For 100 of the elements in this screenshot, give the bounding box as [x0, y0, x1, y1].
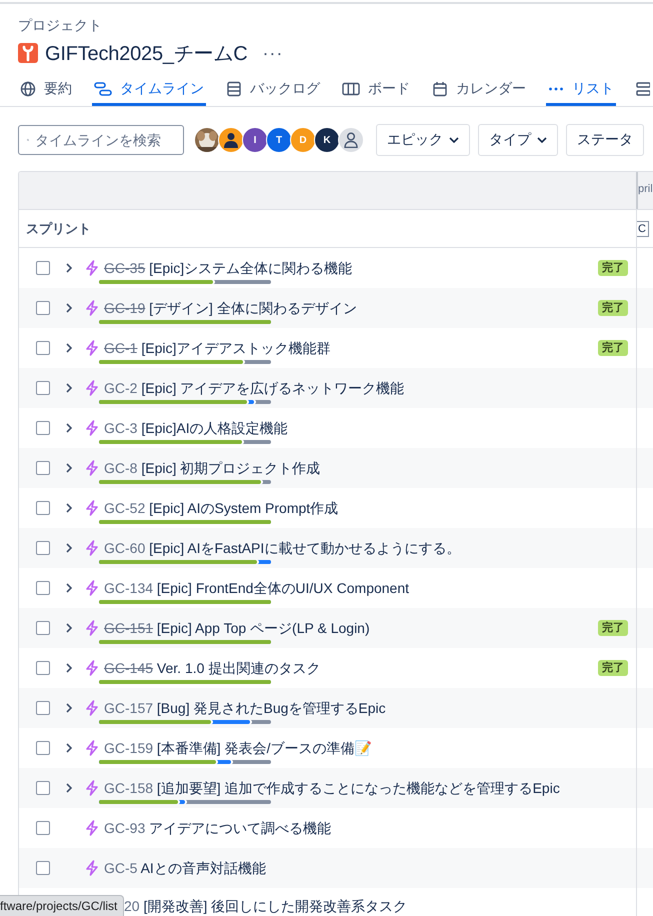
tab[interactable]: バックログ: [224, 75, 322, 106]
tab[interactable]: ボード: [340, 75, 412, 106]
issue-title[interactable]: [開発改善] 後回しにした開発改善系タスク: [143, 898, 408, 914]
issue-title[interactable]: [Epic] App Top ページ(LP & Login): [156, 620, 370, 636]
filter-button[interactable]: ステータ: [566, 124, 644, 156]
project-title: GIFTech2025_チームC: [45, 42, 248, 66]
avatar[interactable]: [218, 127, 244, 153]
issue-title[interactable]: [Epic] FrontEnd全体のUI/UX Component: [156, 580, 410, 596]
issue-title[interactable]: [Epic] 初期プロジェクト作成: [141, 460, 320, 476]
issue-key[interactable]: GC-19: [104, 300, 146, 316]
lightning-icon: [85, 500, 99, 516]
issue-key[interactable]: GC-3: [104, 420, 138, 436]
lightning-icon: [85, 380, 99, 396]
checkbox[interactable]: [36, 781, 50, 795]
issue-key[interactable]: GC-151: [104, 620, 154, 636]
issue-key[interactable]: GC-8: [104, 460, 138, 476]
issue-key[interactable]: GC-134: [104, 580, 154, 596]
column-header: スプリント: [26, 220, 91, 238]
issue-key[interactable]: GC-60: [104, 540, 146, 556]
lightning-icon: [85, 620, 99, 636]
lightning-icon: [85, 860, 99, 876]
sprint-label: C: [637, 220, 649, 236]
filter-button[interactable]: エピック: [376, 124, 470, 156]
timeline-icon: [94, 81, 112, 97]
more-button[interactable]: ···: [262, 42, 284, 64]
checkbox[interactable]: [36, 341, 50, 355]
issue-title[interactable]: [Bug] 発見されたBugを管理するEpic: [156, 700, 386, 716]
checkbox[interactable]: [36, 661, 50, 675]
lightning-icon: [85, 700, 99, 716]
checkbox[interactable]: [36, 741, 50, 755]
issue-title[interactable]: AIとの音声対話機能: [140, 860, 266, 876]
checkbox[interactable]: [36, 501, 50, 515]
unassigned-avatar[interactable]: [338, 127, 364, 153]
issue-key[interactable]: GC-2: [104, 380, 138, 396]
issue-key[interactable]: GC-1: [104, 340, 138, 356]
status-lozenge: 完了: [598, 340, 628, 356]
month-label: pril: [638, 183, 653, 195]
issue-key[interactable]: GC-157: [104, 700, 154, 716]
issue-key[interactable]: GC-5: [104, 860, 138, 876]
checkbox[interactable]: [36, 621, 50, 635]
lightning-icon: [85, 300, 99, 316]
tab[interactable]: リスト: [546, 75, 616, 106]
checkbox[interactable]: [36, 261, 50, 275]
lightning-icon: [85, 660, 99, 676]
issue-key[interactable]: GC-93: [104, 820, 146, 836]
issue-title[interactable]: [Epic] AIをFastAPIに載せて動かせるようにする。: [149, 540, 460, 556]
lightning-icon: [85, 740, 99, 756]
lightning-icon: [85, 780, 99, 796]
lightning-icon: [85, 260, 99, 276]
issue-title[interactable]: Ver. 1.0 提出関連のタスク: [156, 660, 320, 676]
issue-title[interactable]: [Epic] AIのSystem Prompt作成: [149, 500, 338, 516]
issue-title[interactable]: [Epic]AIの人格設定機能: [141, 420, 288, 436]
issue-key[interactable]: GC-35: [104, 260, 146, 276]
issue-title[interactable]: [Epic]システム全体に関わる機能: [149, 260, 352, 276]
avatar[interactable]: K: [314, 127, 340, 153]
avatar[interactable]: T: [266, 127, 292, 153]
issue-title[interactable]: [Epic]アイデアストック機能群: [141, 340, 330, 356]
lightning-icon: [85, 420, 99, 436]
caret-icon: [449, 137, 459, 143]
url-tooltip: ftware/projects/GC/list: [0, 895, 124, 916]
lightning-icon: [85, 580, 99, 596]
tab[interactable]: カレンダー: [430, 75, 528, 106]
checkbox[interactable]: [36, 861, 50, 875]
issue-key[interactable]: GC-52: [104, 500, 146, 516]
checkbox[interactable]: [36, 421, 50, 435]
checkbox[interactable]: [36, 581, 50, 595]
checkbox[interactable]: [36, 821, 50, 835]
issue-title[interactable]: [Epic] アイデアを広げるネットワーク機能: [141, 380, 404, 396]
lightning-icon: [85, 540, 99, 556]
status-lozenge: 完了: [598, 660, 628, 676]
list-icon: [226, 81, 242, 97]
checkbox[interactable]: [36, 701, 50, 715]
avatar[interactable]: I: [242, 127, 268, 153]
globe-icon: [20, 81, 36, 97]
issue-title[interactable]: [本番準備] 発表会/ブースの準備📝: [156, 740, 372, 756]
filter-button[interactable]: タイプ: [478, 124, 558, 156]
issue-key[interactable]: GC-158: [104, 780, 154, 796]
lightning-icon: [85, 820, 99, 836]
checkbox[interactable]: [36, 301, 50, 315]
tab[interactable]: 要約: [18, 75, 74, 106]
status-lozenge: 完了: [598, 300, 628, 316]
issue-title[interactable]: [デザイン] 全体に関わるデザイン: [149, 300, 357, 316]
checkbox[interactable]: [36, 381, 50, 395]
checkbox[interactable]: [36, 541, 50, 555]
issue-key[interactable]: GC-159: [104, 740, 154, 756]
project-logo-icon: [18, 43, 38, 63]
issue-title[interactable]: アイデアについて調べる機能: [149, 820, 332, 836]
lightning-icon: [85, 460, 99, 476]
board-icon: [342, 81, 360, 97]
caret-icon: [537, 137, 547, 143]
status-lozenge: 完了: [598, 620, 628, 636]
breadcrumb[interactable]: プロジェクト: [18, 16, 102, 34]
checkbox[interactable]: [36, 461, 50, 475]
search-field[interactable]: タイムラインを検索: [18, 125, 184, 155]
issue-key[interactable]: GC-145: [104, 660, 154, 676]
layers-icon: [636, 81, 650, 97]
issue-key[interactable]: 20: [124, 898, 140, 914]
lightning-icon: [85, 340, 99, 356]
issue-title[interactable]: [追加要望] 追加で作成することになった機能などを管理するEpic: [156, 780, 560, 796]
tab[interactable]: タイムライン: [92, 75, 206, 106]
